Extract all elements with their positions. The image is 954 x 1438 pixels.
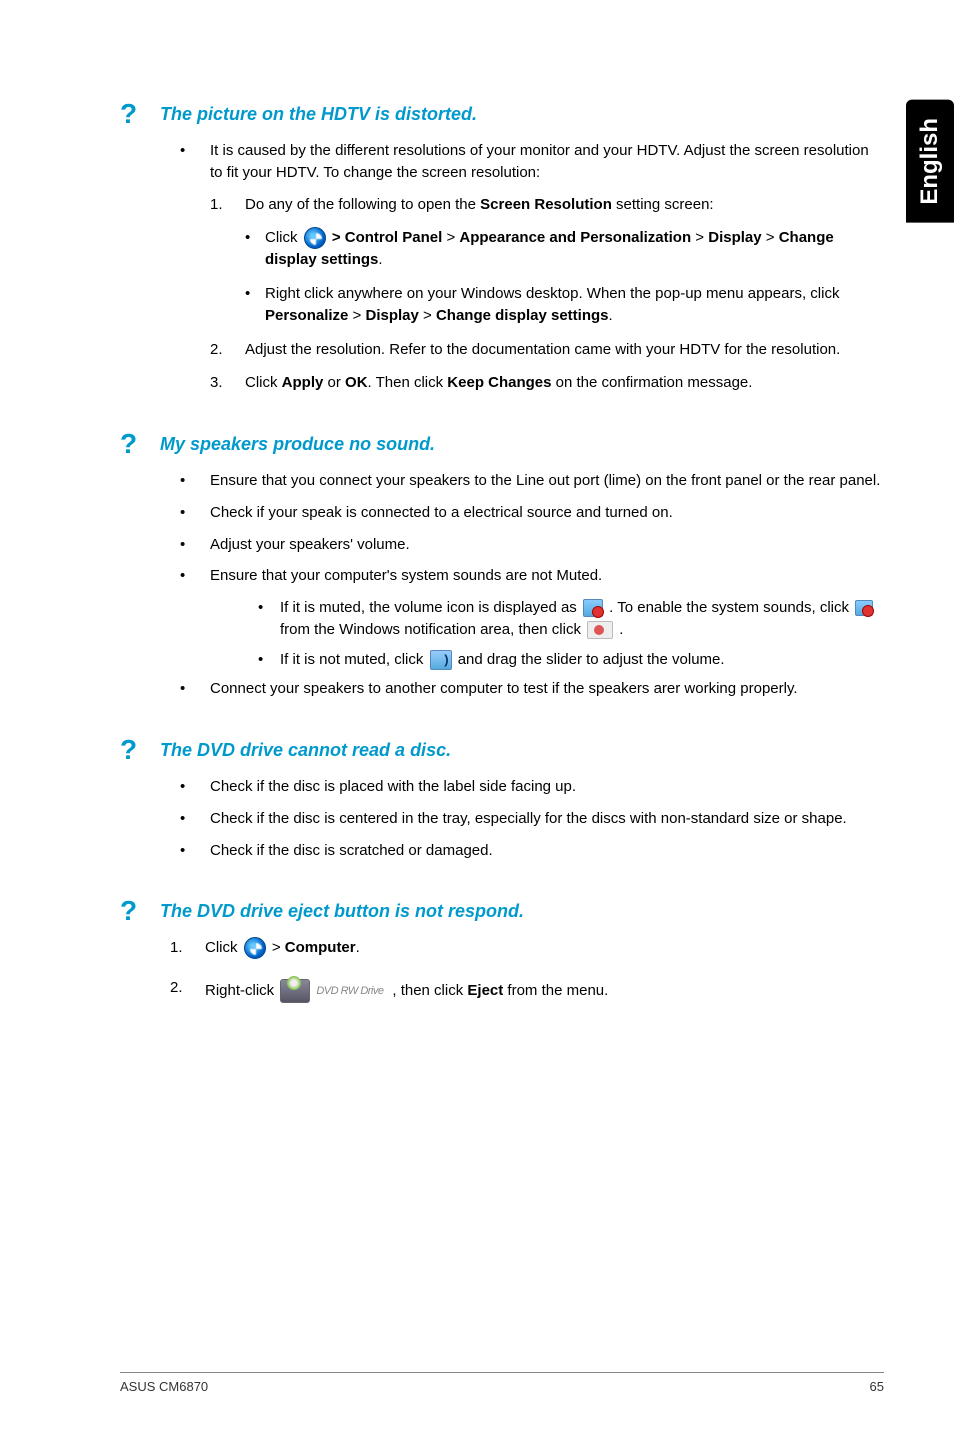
volume-muted-icon xyxy=(583,599,603,617)
bullet-text: Ensure that you connect your speakers to… xyxy=(210,470,884,492)
question-mark-icon: ? xyxy=(120,736,160,764)
bullet-icon: • xyxy=(250,649,280,671)
question-title: The DVD drive eject button is not respon… xyxy=(160,897,524,922)
qa-dvd-eject: ? The DVD drive eject button is not resp… xyxy=(120,897,884,1005)
bullet-text: Check if the disc is scratched or damage… xyxy=(210,840,884,862)
step-number: 2. xyxy=(210,339,245,361)
bullet-icon: • xyxy=(170,502,210,524)
footer-page-number: 65 xyxy=(870,1379,884,1394)
page-footer: ASUS CM6870 65 xyxy=(120,1372,884,1394)
bullet-icon: • xyxy=(170,534,210,556)
bullet-icon: • xyxy=(170,565,210,587)
language-tab: English xyxy=(906,100,954,223)
qa-speakers-no-sound: ? My speakers produce no sound. •Ensure … xyxy=(120,430,884,700)
bullet-text: Adjust your speakers' volume. xyxy=(210,534,884,556)
bullet-text: Ensure that your computer's system sound… xyxy=(210,565,884,587)
qa-hdtv-distorted: ? The picture on the HDTV is distorted. … xyxy=(120,100,884,394)
bullet-text: Check if the disc is placed with the lab… xyxy=(210,776,884,798)
bullet-icon: • xyxy=(170,840,210,862)
volume-muted-icon xyxy=(855,600,873,616)
question-mark-icon: ? xyxy=(120,430,160,458)
question-title: My speakers produce no sound. xyxy=(160,430,435,455)
step-text: Right-click DVD RW Drive, then click Eje… xyxy=(205,977,884,1005)
inner-text: If it is muted, the volume icon is displ… xyxy=(280,597,884,641)
bullet-icon: • xyxy=(170,140,210,184)
step-text: Click Apply or OK. Then click Keep Chang… xyxy=(245,372,884,394)
step-number: 1. xyxy=(170,937,205,959)
dvd-drive-icon: DVD RW Drive xyxy=(280,977,390,1005)
inner-text: If it is not muted, click and drag the s… xyxy=(280,649,884,671)
step-number: 3. xyxy=(210,372,245,394)
start-icon xyxy=(244,937,266,959)
bullet-icon: • xyxy=(250,597,280,641)
page-content: English ? The picture on the HDTV is dis… xyxy=(0,0,954,1438)
start-icon xyxy=(304,227,326,249)
bullet-icon: • xyxy=(245,283,265,327)
volume-icon xyxy=(430,650,452,670)
bullet-text: Check if your speak is connected to a el… xyxy=(210,502,884,524)
question-mark-icon: ? xyxy=(120,897,160,925)
bullet-text: Connect your speakers to another compute… xyxy=(210,678,884,700)
substep-text: Right click anywhere on your Windows des… xyxy=(265,283,884,327)
step-text: Adjust the resolution. Refer to the docu… xyxy=(245,339,884,361)
step-number: 2. xyxy=(170,977,205,1005)
substep-text: Click > Control Panel > Appearance and P… xyxy=(265,227,884,271)
question-title: The picture on the HDTV is distorted. xyxy=(160,100,477,125)
question-mark-icon: ? xyxy=(120,100,160,128)
bullet-icon: • xyxy=(170,776,210,798)
bullet-icon: • xyxy=(170,470,210,492)
step-number: 1. xyxy=(210,194,245,216)
bullet-icon: • xyxy=(170,678,210,700)
mixer-icon xyxy=(587,621,613,639)
step-text: Do any of the following to open the Scre… xyxy=(245,194,884,216)
footer-product: ASUS CM6870 xyxy=(120,1379,208,1394)
bullet-icon: • xyxy=(245,227,265,271)
qa-dvd-cannot-read: ? The DVD drive cannot read a disc. •Che… xyxy=(120,736,884,861)
bullet-text: Check if the disc is centered in the tra… xyxy=(210,808,884,830)
question-title: The DVD drive cannot read a disc. xyxy=(160,736,451,761)
step-text: Click > Computer. xyxy=(205,937,884,959)
bullet-icon: • xyxy=(170,808,210,830)
intro-text: It is caused by the different resolution… xyxy=(210,140,884,184)
